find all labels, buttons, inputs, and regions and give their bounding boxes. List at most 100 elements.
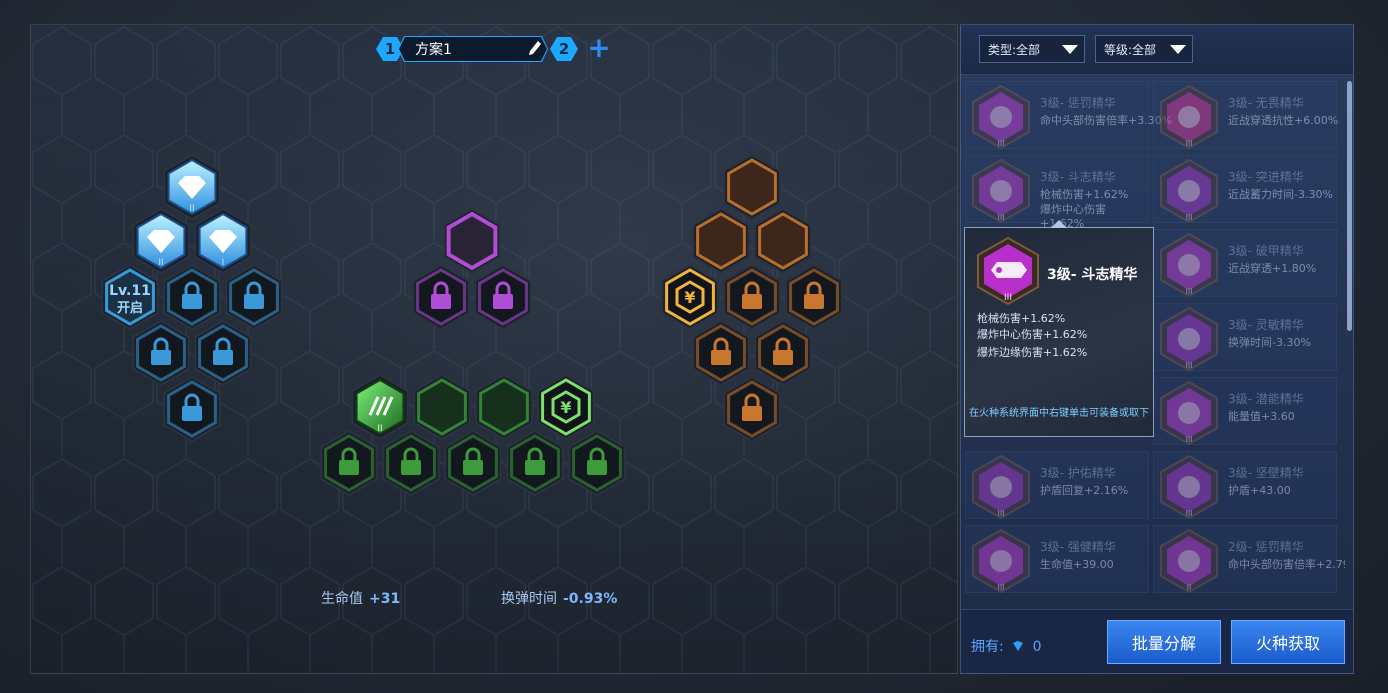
star-essence-icon: III: [972, 84, 1030, 150]
lock-icon: [525, 460, 545, 475]
currency-symbol: ¥: [684, 288, 695, 307]
lock-icon: [151, 350, 171, 365]
essence-slot[interactable]: [692, 319, 750, 387]
green-gem-slot[interactable]: II: [351, 373, 409, 441]
essence-effect: 命中头部伤害倍率+2.79%: [1228, 558, 1345, 571]
owned-count-value: 0: [1032, 639, 1042, 655]
essence-list-item[interactable]: III 3级- 破甲精华 近战穿透+1.80%: [1153, 229, 1337, 298]
essence-tooltip: III 3级- 斗志精华 枪械伤害+1.62% 爆炸中心伤害+1.62% 爆炸边…: [964, 220, 1154, 437]
essence-slot[interactable]: [163, 263, 221, 331]
arrow-essence-icon: III: [1160, 232, 1218, 298]
lock-icon: [742, 406, 762, 421]
list-scrollbar[interactable]: [1347, 81, 1352, 331]
essence-slot[interactable]: [194, 319, 252, 387]
essence-list-item[interactable]: II 2级- 惩罚精华命中头部伤害倍率+2.79%: [1153, 525, 1345, 594]
level-filter-dropdown[interactable]: 等级:全部: [1095, 35, 1193, 63]
owned-label: 拥有:: [971, 639, 1004, 655]
essence-effect: 近战穿透+1.80%: [1228, 262, 1317, 275]
essence-slot[interactable]: [785, 263, 843, 331]
blue-gem-slot[interactable]: II: [132, 207, 190, 275]
currency-slot[interactable]: ¥: [661, 263, 719, 331]
tooltip-rank-text: III: [1004, 293, 1012, 303]
hex-cluster-essence-icon: III: [972, 454, 1030, 520]
essence-name: 3级- 灵敏精华: [1228, 318, 1304, 332]
essence-slot[interactable]: [475, 373, 533, 441]
type-filter-label: 类型:全部: [988, 42, 1041, 57]
item-rank-text: III: [1185, 213, 1192, 222]
essence-slot[interactable]: [723, 263, 781, 331]
essence-effect: 生命值+39.00: [1040, 558, 1114, 571]
essence-list-item[interactable]: III 3级- 护佑精华 护盾回复+2.16%: [965, 451, 1149, 520]
essence-name: 3级- 潜能精华: [1228, 392, 1304, 406]
stat-reload: 换弹时间 -0.93%: [501, 588, 617, 608]
star-essence-icon: II: [1160, 528, 1218, 594]
spark-obtain-button[interactable]: 火种获取: [1231, 620, 1345, 664]
essence-slot[interactable]: [723, 153, 781, 221]
lock-icon: [244, 294, 264, 309]
item-rank-text: III: [1185, 509, 1192, 518]
essence-list-item[interactable]: III 3级- 惩罚精华 命中头部伤害倍率+3.30%: [965, 81, 1172, 150]
essence-list-item[interactable]: III 3级- 灵敏精华 换弹时间-3.30%: [1153, 303, 1337, 372]
claw-essence-icon: III: [1160, 306, 1218, 372]
essence-slot[interactable]: [474, 263, 532, 331]
batch-decompose-button[interactable]: 批量分解: [1107, 620, 1221, 664]
currency-slot[interactable]: ¥: [537, 373, 595, 441]
essence-slot-groups: IIII ILv.11开启¥II¥: [101, 153, 843, 497]
battery-essence-icon: III: [1160, 380, 1218, 446]
essence-slot[interactable]: [163, 375, 221, 443]
essence-name: 3级- 无畏精华: [1228, 96, 1304, 110]
chevron-down-icon: [1170, 45, 1186, 54]
blue-gem-slot[interactable]: I: [194, 207, 252, 275]
essence-name: 3级- 惩罚精华: [1040, 96, 1116, 110]
currency-symbol: ¥: [560, 398, 571, 417]
unlock-status-text: 开启: [117, 300, 143, 316]
essence-list-item[interactable]: III 3级- 突进精华近战蓄力时间-3.30%: [1153, 155, 1337, 224]
essence-slot[interactable]: [225, 263, 283, 331]
essence-list-item[interactable]: III 3级- 潜能精华 能量值+3.60: [1153, 377, 1337, 446]
blue-gem-slot[interactable]: II: [163, 153, 221, 221]
essence-slot[interactable]: [723, 375, 781, 443]
item-rank-text: III: [1185, 361, 1192, 370]
essence-name: 2级- 惩罚精华: [1228, 540, 1304, 554]
cross-essence-icon: III: [972, 528, 1030, 594]
essence-slot[interactable]: [132, 319, 190, 387]
essence-effect: 近战穿透抗性+6.00%: [1228, 114, 1339, 127]
essence-board: 1 方案1 2 + II II I Lv.11 开启 ¥ II ¥ 生命值 +31 换弹时间 -0…: [30, 24, 958, 674]
essence-slot[interactable]: [692, 207, 750, 275]
essence-name: 3级- 坚壁精华: [1228, 466, 1304, 480]
essence-slot[interactable]: [568, 429, 626, 497]
essence-name: 3级- 突进精华: [1228, 170, 1304, 184]
essence-slot[interactable]: [382, 429, 440, 497]
essence-slot[interactable]: [754, 207, 812, 275]
item-rank-text: III: [1185, 287, 1192, 296]
lock-icon: [711, 350, 731, 365]
essence-slot[interactable]: [412, 263, 470, 331]
level-filter-label: 等级:全部: [1104, 42, 1157, 57]
essence-slot[interactable]: [413, 373, 471, 441]
essence-slot[interactable]: [754, 319, 812, 387]
unlock-slot[interactable]: Lv.11开启: [101, 263, 159, 331]
spiked-bullet-essence-icon: III: [972, 158, 1030, 224]
item-rank-text: III: [1185, 139, 1192, 148]
gem-rank-text: II: [189, 204, 194, 214]
purple-empty-slot[interactable]: [443, 207, 501, 275]
essence-list-item[interactable]: III 3级- 强健精华 生命值+39.00: [965, 525, 1149, 594]
essence-slot[interactable]: [320, 429, 378, 497]
lock-icon: [182, 294, 202, 309]
essence-list-item[interactable]: III 3级- 坚壁精华 护盾+43.00: [1153, 451, 1337, 520]
lock-icon: [431, 294, 451, 309]
tooltip-effect-2: 爆炸中心伤害+1.62%: [977, 328, 1088, 341]
essence-effect: 近战蓄力时间-3.30%: [1228, 188, 1333, 201]
spiked-bullet-essence-icon: III: [977, 236, 1039, 306]
essence-list-item[interactable]: III 3级- 斗志精华 枪械伤害+1.62% 爆炸中心伤害+1.62%: [965, 155, 1149, 230]
tooltip-effect-3: 爆炸边缘伤害+1.62%: [977, 346, 1088, 359]
stat-health-label: 生命值: [321, 591, 363, 607]
type-filter-dropdown[interactable]: 类型:全部: [979, 35, 1085, 63]
essence-list-item[interactable]: III 3级- 无畏精华近战穿透抗性+6.00%: [1153, 81, 1339, 150]
essence-effect: 换弹时间-3.30%: [1228, 336, 1311, 349]
unlock-level-text: Lv.11: [109, 283, 151, 299]
tooltip-effect-1: 枪械伤害+1.62%: [977, 312, 1066, 325]
essence-slot[interactable]: [506, 429, 564, 497]
essence-slot[interactable]: [444, 429, 502, 497]
item-rank-text: III: [997, 139, 1004, 148]
